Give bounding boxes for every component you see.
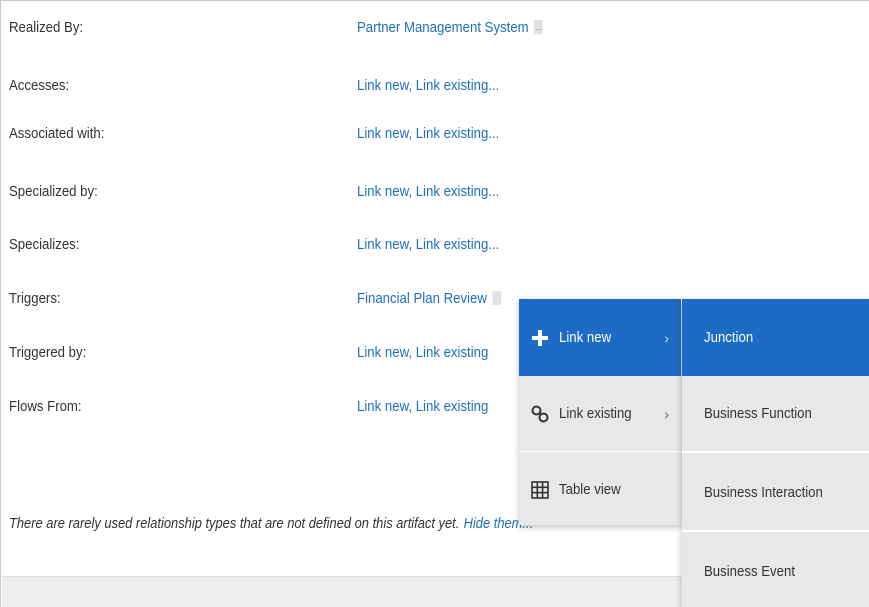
- menu-item-label: Table view: [559, 481, 621, 498]
- relationship-value: Link new, Link existing...: [357, 121, 499, 145]
- relationship-value: Link new, Link existing...: [357, 232, 499, 256]
- submenu-item-junction[interactable]: Junction: [682, 299, 869, 376]
- link-new-existing-link[interactable]: Link new, Link existing: [357, 398, 488, 415]
- relationship-value: Link new, Link existing...: [357, 179, 499, 203]
- submenu-item-business-event[interactable]: Business Event: [682, 534, 869, 607]
- realized-by-link[interactable]: Partner Management System: [357, 19, 529, 36]
- relationship-label: Specializes:: [9, 235, 80, 253]
- relationship-label: Associated with:: [9, 124, 105, 142]
- relationships-panel: Realized By: Accesses: Associated with: …: [0, 0, 869, 607]
- chain-link-icon: [529, 403, 551, 425]
- relationship-row: Associated with:: [9, 121, 104, 145]
- relationship-row: Accesses:: [9, 73, 69, 97]
- link-new-existing-link[interactable]: Link new, Link existing...: [357, 236, 499, 253]
- relationship-value: Link new, Link existing...: [357, 73, 499, 97]
- relationship-value: Link new, Link existing: [357, 340, 488, 364]
- menu-item-label: Link new: [559, 329, 612, 346]
- link-new-existing-link[interactable]: Link new, Link existing: [357, 344, 488, 361]
- submenu-item-business-interaction[interactable]: Business Interaction: [682, 455, 869, 532]
- relationship-row: Triggers:: [9, 286, 61, 310]
- link-new-existing-link[interactable]: Link new, Link existing...: [357, 183, 499, 200]
- relationship-label: Realized By:: [9, 18, 84, 36]
- menu-item-link-existing[interactable]: Link existing ›: [519, 376, 681, 452]
- relationship-row: Flows From:: [9, 394, 82, 418]
- menu-item-table-view[interactable]: Table view: [519, 454, 681, 525]
- more-options-button[interactable]: [492, 291, 501, 305]
- link-new-existing-link[interactable]: Link new, Link existing...: [357, 125, 499, 142]
- menu-item-label: Link existing: [559, 405, 632, 422]
- submenu-item-label: Business Function: [704, 405, 812, 422]
- more-options-button[interactable]: ...: [533, 20, 543, 34]
- submenu-item-label: Business Interaction: [704, 484, 823, 501]
- context-menu: Link new › Link existing › Table view: [519, 299, 681, 525]
- relationship-label: Triggered by:: [9, 343, 87, 361]
- relationship-value: Link new, Link existing: [357, 394, 488, 418]
- submenu-item-label: Business Event: [704, 562, 795, 580]
- relationship-label: Triggers:: [9, 289, 61, 307]
- chevron-right-icon: ›: [664, 329, 669, 346]
- triggers-link[interactable]: Financial Plan Review: [357, 290, 487, 307]
- submenu-item-label: Junction: [704, 329, 754, 346]
- rarely-used-note-text: There are rarely used relationship types…: [9, 514, 460, 532]
- relationship-label: Flows From:: [9, 397, 82, 415]
- table-grid-icon: [529, 479, 551, 501]
- plus-icon: [529, 327, 551, 349]
- submenu-item-business-function[interactable]: Business Function: [682, 376, 869, 453]
- relationship-row: Specializes:: [9, 232, 79, 256]
- relationship-row: Realized By:: [9, 15, 83, 39]
- link-new-submenu: Junction Business Function Business Inte…: [682, 299, 869, 607]
- relationship-label: Accesses:: [9, 76, 70, 94]
- rarely-used-note: There are rarely used relationship types…: [9, 511, 533, 535]
- relationship-value: Financial Plan Review: [357, 286, 501, 310]
- chevron-right-icon: ›: [664, 405, 669, 422]
- relationship-label: Specialized by:: [9, 182, 98, 200]
- relationship-value: Partner Management System ...: [357, 15, 543, 39]
- relationship-row: Specialized by:: [9, 179, 98, 203]
- link-new-existing-link[interactable]: Link new, Link existing...: [357, 77, 499, 94]
- menu-item-link-new[interactable]: Link new ›: [519, 299, 681, 376]
- relationship-row: Triggered by:: [9, 340, 86, 364]
